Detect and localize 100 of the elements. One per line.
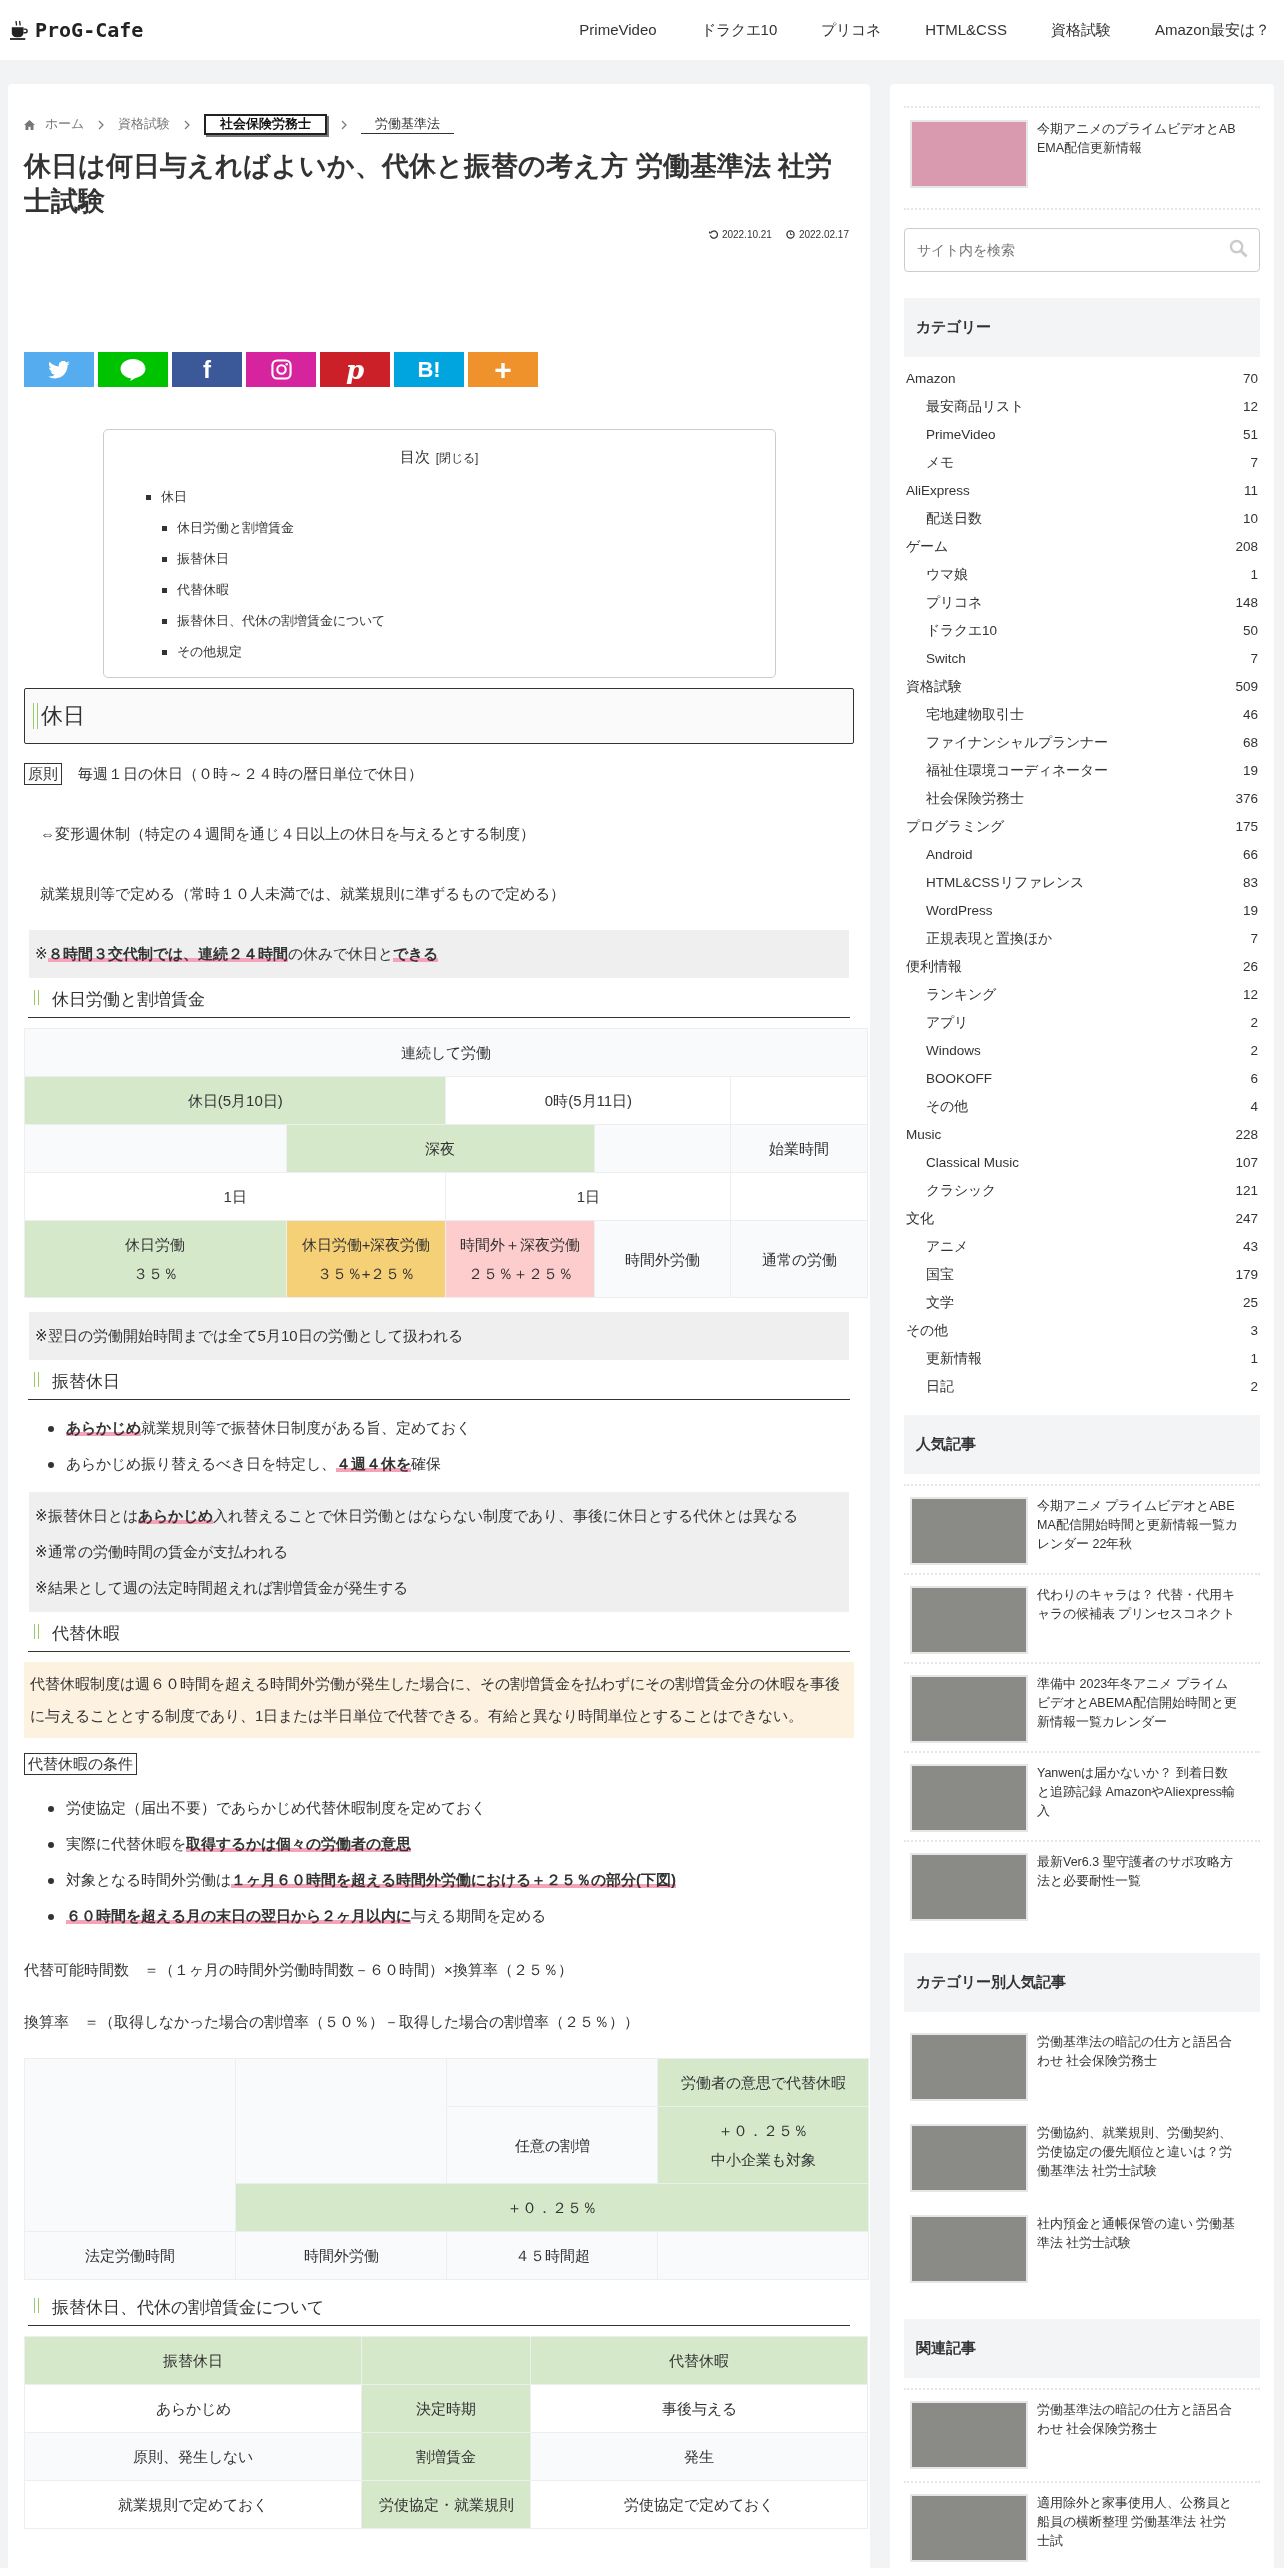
updated-date: 2022.10.21 [721, 229, 772, 241]
category-link[interactable]: 国宝 179 [904, 1261, 1260, 1289]
table-cell: あらかじめ [24, 2384, 362, 2433]
twitter-share-button[interactable] [24, 352, 94, 388]
category-link[interactable]: 社会保険労務士 376 [904, 785, 1260, 813]
post-link[interactable]: 準備中 2023年冬アニメ プライムビデオとABEMA配信開始時間と更新情報一覧カレンダー [1037, 1675, 1238, 1743]
chevron-icon [341, 119, 347, 130]
toc-link[interactable]: 休日労働と割増賃金 [176, 520, 294, 536]
category-link[interactable]: Music 228 [904, 1121, 1260, 1149]
cell-text: ３５％ [131, 1264, 179, 1285]
instagram-share-button[interactable] [246, 352, 316, 388]
breadcrumb-link[interactable]: 社会保険労務士 [204, 114, 327, 135]
share-label: p [345, 356, 365, 383]
category-link[interactable]: Amazon 70 [904, 365, 1260, 393]
article-title: 休日は何日与えればよいか、代休と振替の考え方 労働基準法 社労士試験 [24, 150, 833, 219]
formula-text: 代替可能時間数 ＝（１ヶ月の時間外労働時間数－６０時間）×換算率（２５％） [24, 1960, 574, 1981]
toc-toggle-link[interactable]: [閉じる] [435, 451, 479, 466]
note-text: ※８時間３交代制では、連続２４時間の休みで休日とできる [35, 944, 439, 965]
post-link[interactable]: 労働基準法の暗記の仕方と語呂合わせ 社会保険労務士 [1037, 2033, 1238, 2101]
post-link[interactable]: 労働基準法の暗記の仕方と語呂合わせ 社会保険労務士 [1037, 2401, 1238, 2469]
category-link[interactable]: ランキング 12 [904, 981, 1260, 1009]
widget-heading: カテゴリー [904, 298, 1260, 357]
note-text: ※翌日の労働開始時間までは全て5月10日の労働として扱われる [35, 1326, 464, 1347]
table-cell: 決定時期 [361, 2384, 531, 2433]
line-share-button[interactable] [98, 352, 168, 388]
nav-link[interactable]: ドラクエ10 [678, 20, 800, 40]
category-link[interactable]: 配送日数 10 [904, 505, 1260, 533]
nav-link[interactable]: 資格試験 [1028, 20, 1133, 40]
toc-link[interactable]: 振替休日 [176, 551, 229, 567]
post-link[interactable]: Yanwenは届かないか？ 到着日数と追跡記録 AmazonやAliexpress輸入 [1037, 1764, 1238, 1832]
breadcrumb-link[interactable]: 資格試験 [118, 116, 170, 133]
list-item: あらかじめ就業規則等で振替休日制度がある旨、定めておく [66, 1419, 471, 1437]
toc-link[interactable]: 代替休暇 [176, 582, 229, 598]
category-link[interactable]: アプリ 2 [904, 1009, 1260, 1037]
category-link[interactable]: Android 66 [904, 841, 1260, 869]
category-link[interactable]: その他 3 [904, 1317, 1260, 1345]
nav-link[interactable]: Amazon最安は？ [1132, 20, 1270, 40]
subsection-heading: 代替休暇 [28, 1620, 850, 1653]
category-link[interactable]: メモ 7 [904, 449, 1260, 477]
category-link[interactable]: 日記 2 [904, 1373, 1260, 1401]
category-link[interactable]: PrimeVideo 51 [904, 421, 1260, 449]
post-link[interactable]: 今期アニメ プライムビデオとABEMA配信開始時間と更新情報一覧カレンダー 22年秋 [1037, 1497, 1238, 1565]
category-link[interactable]: 更新情報 1 [904, 1345, 1260, 1373]
category-link[interactable]: ドラクエ10 50 [904, 617, 1260, 645]
category-link[interactable]: ファイナンシャルプランナー 68 [904, 729, 1260, 757]
nav-link[interactable]: プリコネ [799, 20, 904, 40]
post-link[interactable]: 労働協約、就業規則、労働契約、労使協定の優先順位と違いは？労働基準法 社労士試験 [1037, 2124, 1238, 2192]
cell-text: ＋０．２５％ [717, 2121, 809, 2142]
post-link[interactable]: 適用除外と家事使用人、公務員と船員の横断整理 労働基準法 社労士試 [1037, 2494, 1238, 2562]
paragraph: 毎週１日の休日（０時～２４時の暦日単位で休日） [78, 765, 423, 783]
search-field[interactable]: サイト内を検索 [904, 228, 1260, 272]
cell-text: ２５％＋２５％ [466, 1264, 574, 1285]
pinterest-share-button[interactable]: p [320, 352, 390, 388]
note-text: ※結果として週の法定時間超えれば割増賃金が発生する [35, 1578, 409, 1599]
search-icon[interactable] [1229, 239, 1248, 258]
category-link[interactable]: Windows 2 [904, 1037, 1260, 1065]
category-link[interactable]: 正規表現と置換ほか 7 [904, 925, 1260, 953]
toc-link[interactable]: 休日 [160, 489, 187, 505]
category-link[interactable]: HTML&CSSリファレンス 83 [904, 869, 1260, 897]
table-cell: 振替休日 [24, 2336, 362, 2385]
category-link[interactable]: 宅地建物取引士 46 [904, 701, 1260, 729]
category-link[interactable]: 最安商品リスト 12 [904, 393, 1260, 421]
table-cell: 代替休暇 [530, 2336, 868, 2385]
category-link[interactable]: ゲーム 208 [904, 533, 1260, 561]
category-link[interactable]: 文化 247 [904, 1205, 1260, 1233]
post-link[interactable]: 社内預金と通帳保管の違い 労働基準法 社労士試験 [1037, 2215, 1238, 2283]
category-link[interactable]: 福祉住環境コーディネーター 19 [904, 757, 1260, 785]
category-link[interactable]: プリコネ 148 [904, 589, 1260, 617]
nav-link[interactable]: HTML&CSS [903, 20, 1029, 40]
category-link[interactable]: アニメ 43 [904, 1233, 1260, 1261]
site-logo[interactable]: ProG-Cafe [35, 18, 144, 42]
post-link[interactable]: 最新Ver6.3 聖守護者のサポ攻略方法と必要耐性一覧 [1037, 1853, 1238, 1921]
cell-text: 中小企業も対象 [709, 2150, 817, 2171]
chevron-icon [184, 119, 190, 130]
nav-link[interactable]: PrimeVideo [557, 20, 679, 40]
facebook-share-button[interactable]: f [172, 352, 242, 388]
category-link[interactable]: 便利情報 26 [904, 953, 1260, 981]
share-label: B! [417, 358, 441, 381]
breadcrumb-link[interactable]: ホーム [45, 116, 84, 133]
bullet-icon [145, 495, 151, 501]
coffee-cup-icon [10, 20, 28, 40]
category-link[interactable]: ウマ娘 1 [904, 561, 1260, 589]
category-link[interactable]: Classical Music 107 [904, 1149, 1260, 1177]
table-cell: 事後与える [530, 2384, 868, 2433]
post-link[interactable]: 代わりのキャラは？ 代替・代用キャラの候補表 プリンセスコネクト [1037, 1586, 1238, 1654]
category-link[interactable]: プログラミング 175 [904, 813, 1260, 841]
category-link[interactable]: クラシック 121 [904, 1177, 1260, 1205]
post-link[interactable]: 今期アニメのプライムビデオとABEMA配信更新情報 [1037, 120, 1238, 188]
category-link[interactable]: 資格試験 509 [904, 673, 1260, 701]
table-cell: 通常の労働 [731, 1220, 868, 1298]
toc-link[interactable]: その他規定 [176, 644, 242, 660]
category-link[interactable]: WordPress 19 [904, 897, 1260, 925]
category-link[interactable]: BOOKOFF 6 [904, 1065, 1260, 1093]
category-link[interactable]: AliExpress 11 [904, 477, 1260, 505]
toc-link[interactable]: 振替休日、代休の割増賃金について [176, 613, 385, 629]
category-link[interactable]: その他 4 [904, 1093, 1260, 1121]
list-item: 対象となる時間外労働は１ヶ月６０時間を超える時間外労働における＋２５％の部分(下図) [66, 1871, 676, 1889]
category-link[interactable]: Switch 7 [904, 645, 1260, 673]
category-link[interactable]: 文学 25 [904, 1289, 1260, 1317]
breadcrumb-link[interactable]: 労働基準法 [361, 115, 454, 134]
